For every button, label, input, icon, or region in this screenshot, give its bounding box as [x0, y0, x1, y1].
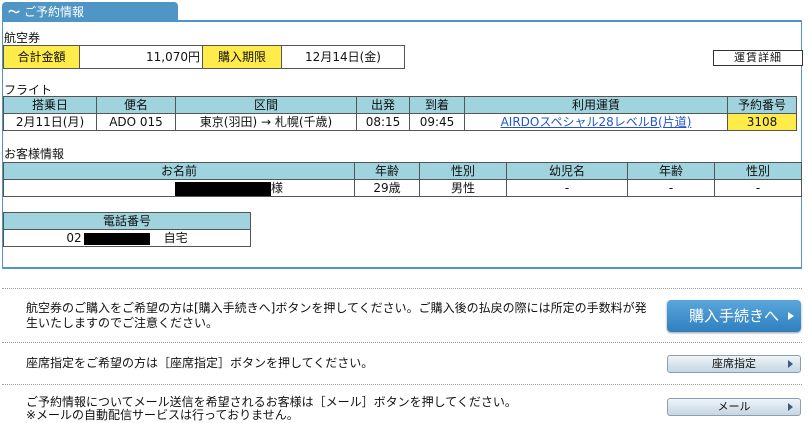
phone-value: 02 自宅: [3, 229, 251, 247]
flight-header-row: 搭乗日 便名 区間 出発 到着 利用運賃 予約番号: [3, 96, 797, 114]
flight-departure: 08:15: [356, 113, 410, 131]
deadline-label: 購入期限: [202, 45, 282, 69]
fare-link[interactable]: AIRDOスペシャル28レベルB(片道): [501, 115, 692, 129]
divider: [2, 342, 802, 343]
customer-row: 様 29歳 男性 - - -: [3, 179, 802, 197]
col-infant-gender: 性別: [714, 162, 802, 180]
mail-message-line2: ※メールの自動配信サービスは行っておりません。: [26, 408, 299, 422]
customer-table: お名前 年齢 性別 幼児名 年齢 性別 様 29歳 男性 - - -: [3, 162, 802, 197]
phone-label: 電話番号: [3, 212, 251, 230]
flight-fare-cell: AIRDOスペシャル28レベルB(片道): [464, 113, 728, 131]
col-reservation-no: 予約番号: [727, 96, 797, 114]
mail-button-label: メール: [717, 400, 751, 413]
customer-heading: お客様情報: [4, 147, 65, 161]
col-flight-no: 便名: [96, 96, 176, 114]
section-title: ご予約情報: [24, 5, 85, 19]
name-suffix: 様: [270, 181, 283, 195]
col-name: お名前: [3, 162, 355, 180]
col-infant-age: 年齢: [627, 162, 715, 180]
purchase-button-label: 購入手続きへ: [688, 307, 779, 325]
flight-date: 2月11日(月): [3, 113, 97, 131]
phone-table: 電話番号 02 自宅: [3, 212, 251, 247]
reservation-number: 3108: [727, 113, 797, 131]
col-departure: 出発: [356, 96, 410, 114]
deadline-value: 12月14日(金): [281, 45, 405, 69]
phone-type: 自宅: [163, 231, 188, 245]
customer-age: 29歳: [354, 179, 420, 197]
seat-button-label: 座席指定: [712, 357, 756, 370]
divider: [2, 384, 802, 385]
phone-prefix: 02: [66, 231, 82, 245]
flight-route: 東京(羽田) → 札幌(千歳): [175, 113, 357, 131]
infant-age: -: [627, 179, 715, 197]
col-age: 年齢: [354, 162, 420, 180]
seat-selection-button[interactable]: 座席指定: [667, 355, 801, 373]
fare-detail-button[interactable]: 運賃詳細: [713, 50, 803, 66]
redacted-phone: [83, 232, 150, 245]
redacted-name: [174, 181, 271, 196]
arrow-right-icon: [788, 403, 793, 411]
col-infant-name: 幼児名: [506, 162, 628, 180]
purchase-message: 航空券のご購入をご希望の方は[購入手続きへ]ボタンを押してください。ご購入後の払…: [26, 301, 647, 330]
flight-row: 2月11日(月) ADO 015 東京(羽田) → 札幌(千歳) 08:15 0…: [3, 113, 797, 131]
col-fare: 利用運賃: [464, 96, 728, 114]
section-tab: 〜ご予約情報: [2, 2, 178, 22]
arrow-right-icon: [788, 312, 794, 320]
col-arrival: 到着: [409, 96, 465, 114]
customer-gender: 男性: [419, 179, 507, 197]
flight-table: 搭乗日 便名 区間 出発 到着 利用運賃 予約番号 2月11日(月) ADO 0…: [3, 96, 797, 131]
price-table: 合計金額 11,070円 購入期限 12月14日(金): [3, 45, 405, 69]
flight-number: ADO 015: [96, 113, 176, 131]
arrow-right-icon: [788, 360, 793, 368]
mail-button[interactable]: メール: [667, 398, 801, 416]
total-value: 11,070円: [79, 45, 203, 69]
col-gender: 性別: [419, 162, 507, 180]
infant-name: -: [506, 179, 628, 197]
divider: [2, 288, 802, 289]
total-label: 合計金額: [3, 45, 80, 69]
flight-arrival: 09:45: [409, 113, 465, 131]
check-mark-icon: 〜: [8, 5, 21, 19]
customer-name: 様: [3, 179, 355, 197]
customer-header-row: お名前 年齢 性別 幼児名 年齢 性別: [3, 162, 802, 180]
infant-gender: -: [714, 179, 802, 197]
purchase-button[interactable]: 購入手続きへ: [667, 300, 801, 332]
seat-message: 座席指定をご希望の方は［座席指定］ボタンを押してください。: [26, 356, 374, 370]
col-route: 区間: [175, 96, 357, 114]
col-boarding-date: 搭乗日: [3, 96, 97, 114]
ticket-heading: 航空券: [4, 31, 41, 45]
